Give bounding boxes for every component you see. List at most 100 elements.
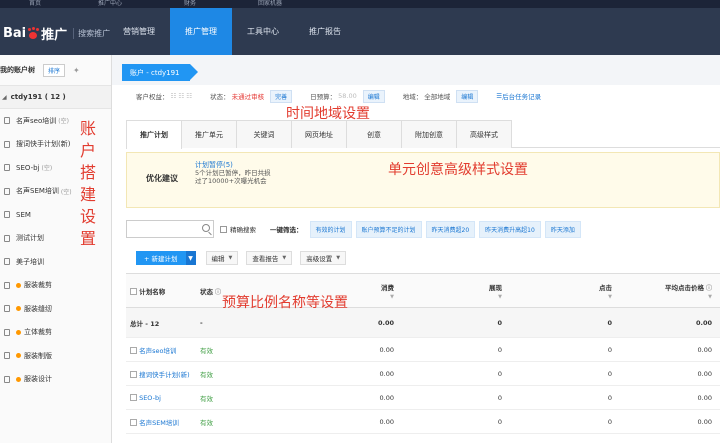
sort-icon[interactable]: ▼ [498,294,502,300]
plan-tree-item[interactable]: 服装制版 [0,344,111,368]
new-plan-button[interactable]: + 新建计划 [136,251,186,265]
account-info-row: 客户权益： ☷ ☷ ☷ 状态： 未通过审核 完善 日预算： 58.00 编辑 地… [112,85,720,107]
quick-filter-cost-up-10[interactable]: 昨天消费升高超10 [479,220,541,238]
chevron-down-icon: ▼ [336,255,341,261]
complete-button[interactable]: 完善 [270,89,293,103]
plan-tree-item[interactable]: 服装设计 [0,368,111,392]
sidebar-header: 我的账户树 排序 ✦ [0,55,111,85]
edit-region-button[interactable]: 编辑 [456,89,479,103]
paused-dot-icon [16,329,21,335]
breadcrumb[interactable]: 账户 - ctdy191 [122,64,198,81]
folder-icon [4,234,10,242]
main-panel: 账户 - ctdy191 客户权益： ☷ ☷ ☷ 状态： 未通过审核 完善 日预… [112,55,720,443]
col-avg-cpc[interactable]: 平均点击价格 ⓘ ▼ [620,273,720,308]
main-nav: 营销管理 推广管理 工具中心 推广报告 [108,8,356,55]
folder-icon [4,164,10,172]
plan-tree-item[interactable]: 服装缝纫 [0,297,111,321]
level-tabs: 推广计划 推广单元 关键词 网页地址 创意 附加创意 高级样式 [126,120,720,149]
plan-tree-item[interactable]: 立体裁剪 [0,321,111,345]
pin-icon[interactable]: ✦ [73,66,80,75]
tab-keywords[interactable]: 关键词 [236,120,292,148]
search-input[interactable] [126,220,214,238]
quick-filter-cost-over-20[interactable]: 昨天消费超20 [425,220,476,238]
precise-search-label: 精确搜索 [230,226,256,234]
plan-tree-item[interactable]: 服装裁剪 [0,274,111,298]
table-header-row: 计划名称 状态 ⓘ 消费 ▼ 展现 ▼ 点击 ▼ 平均点击价格 ⓘ ▼ [126,273,720,308]
col-impressions[interactable]: 展现 ▼ [402,273,510,308]
folder-icon [4,305,10,313]
suggestion-title: 优化建议 [146,174,178,183]
filter-row: 精确搜索 一键筛选： 有效的计划 账户预算不足的计划 昨天消费超20 昨天消费升… [126,218,720,240]
collapse-triangle-icon[interactable]: ◢ [2,94,7,101]
table-row: 名声SEM培训 有效 0.00 0 0 0.00 [126,409,720,434]
chevron-down-icon: ▼ [282,255,287,261]
table-row: 搜词快手计划(新) 有效 0.00 0 0 0.00 [126,361,720,386]
tab-plans[interactable]: 推广计划 [126,120,182,149]
col-clicks[interactable]: 点击 ▼ [510,273,620,308]
edit-budget-button[interactable]: 编辑 [362,89,385,103]
top-link-center[interactable]: 推广中心 [70,0,150,8]
report-dropdown[interactable]: 查看报告 ▼ [246,251,293,265]
row-checkbox[interactable] [130,371,137,378]
task-record-link[interactable]: 后台任务记录 [502,91,541,101]
annotation-account-setup: 账户搭建设置 [80,119,97,248]
logo-subtitle: 搜索推广 [73,28,110,39]
folder-icon [4,187,10,195]
baidu-logo[interactable]: Bai 推广 搜索推广 [3,24,110,43]
plan-table: 计划名称 状态 ⓘ 消费 ▼ 展现 ▼ 点击 ▼ 平均点击价格 ⓘ ▼ 总计 - 12 - … [126,273,720,434]
sidebar-title: 我的账户树 [0,66,35,74]
help-icon[interactable]: ⓘ [215,289,221,296]
tab-creatives[interactable]: 创意 [346,120,402,148]
folder-icon [4,258,10,266]
new-plan-caret-icon[interactable]: ▼ [185,251,196,265]
col-plan-name[interactable]: 计划名称 [126,273,196,308]
top-link-home-machine[interactable]: 回家机器 [230,0,310,8]
nav-reports[interactable]: 推广报告 [294,8,356,55]
account-node[interactable]: ◢ ctdy191 ( 12 ) [0,85,111,109]
suggestion-card-title[interactable]: 计划暂停(5) [195,161,271,169]
sort-icon[interactable]: ▼ [708,294,712,300]
search-icon[interactable] [202,224,210,232]
row-checkbox[interactable] [130,347,137,354]
plan-tree-item[interactable]: 美子培训 [0,250,111,274]
sort-dropdown[interactable]: 排序 [43,63,66,77]
folder-icon [4,211,10,219]
nav-marketing[interactable]: 营销管理 [108,8,170,55]
quick-filter-label: 一键筛选： [270,226,303,234]
account-status: 未通过审核 [231,93,265,101]
quick-filter-budget-short[interactable]: 账户预算不足的计划 [355,220,422,238]
top-link-finance[interactable]: 财务 [150,0,230,8]
tab-urls[interactable]: 网页地址 [291,120,347,148]
tab-extra-creatives[interactable]: 附加创意 [401,120,457,148]
row-checkbox[interactable] [130,394,137,401]
top-link-home[interactable]: 首页 [0,0,70,8]
breadcrumb-bar: 账户 - ctdy191 [112,55,720,85]
folder-icon [4,117,10,125]
plan-toolbar: + 新建计划 ▼ 编辑 ▼ 查看报告 ▼ 高级设置 ▼ [136,251,354,265]
folder-icon [4,140,10,148]
header: Bai 推广 搜索推广 营销管理 推广管理 工具中心 推广报告 [0,8,720,55]
suggestion-card[interactable]: 计划暂停(5) 5个计划已暂停，昨日共损 过了10000+次曝光机会 [195,161,271,185]
sort-icon[interactable]: ▼ [390,294,394,300]
precise-search-checkbox[interactable] [220,225,227,233]
paused-dot-icon [16,282,21,288]
help-icon[interactable]: ⓘ [706,285,712,292]
table-row: SEO-bj 有效 0.00 0 0 0.00 [126,385,720,410]
table-row: 名声seo培训 有效 0.00 0 0 0.00 [126,337,720,362]
advanced-dropdown[interactable]: 高级设置 ▼ [300,251,347,265]
chevron-down-icon: ▼ [228,255,233,261]
row-checkbox[interactable] [130,419,137,426]
folder-icon [4,352,10,360]
table-total-row: 总计 - 12 - 0.00 0 0 0.00 [126,307,720,338]
sort-icon[interactable]: ▼ [608,294,612,300]
quick-filter-added-yesterday[interactable]: 昨天添加 [544,220,581,238]
paused-dot-icon [16,306,21,312]
tab-units[interactable]: 推广单元 [181,120,237,148]
nav-tools[interactable]: 工具中心 [232,8,294,55]
top-strip: 首页 推广中心 财务 回家机器 [0,0,720,8]
tab-advanced-styles[interactable]: 高级样式 [456,120,512,148]
quick-filter-valid[interactable]: 有效的计划 [309,220,352,238]
select-all-checkbox[interactable] [130,288,137,295]
nav-promotion-manage[interactable]: 推广管理 [170,8,232,55]
edit-dropdown[interactable]: 编辑 ▼ [205,251,239,265]
